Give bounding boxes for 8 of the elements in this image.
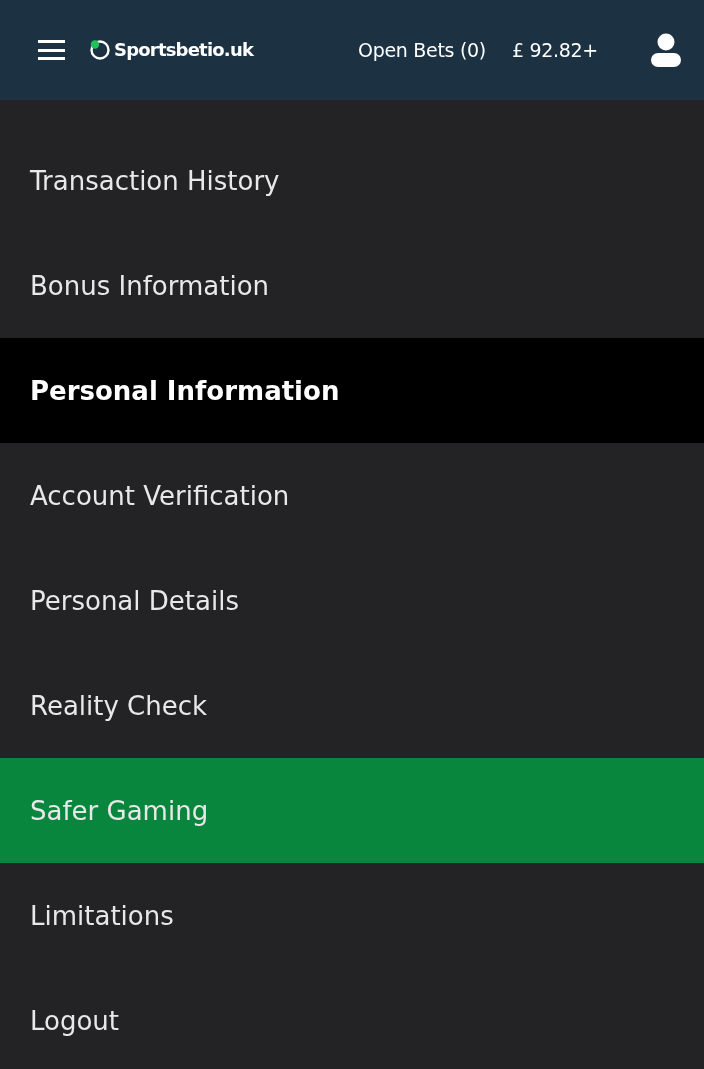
user-account-icon[interactable] [650, 33, 682, 67]
menu-icon[interactable] [38, 40, 65, 60]
ring-logo-icon [89, 39, 111, 61]
site-logo[interactable]: Sportsbetio.uk [89, 39, 254, 61]
section-heading: Personal Information [0, 338, 704, 443]
open-bets-link[interactable]: Open Bets (0) [358, 40, 486, 60]
menu-item[interactable]: Safer Gaming [0, 758, 704, 863]
balance-link[interactable]: £ 92.82+ [511, 40, 598, 60]
